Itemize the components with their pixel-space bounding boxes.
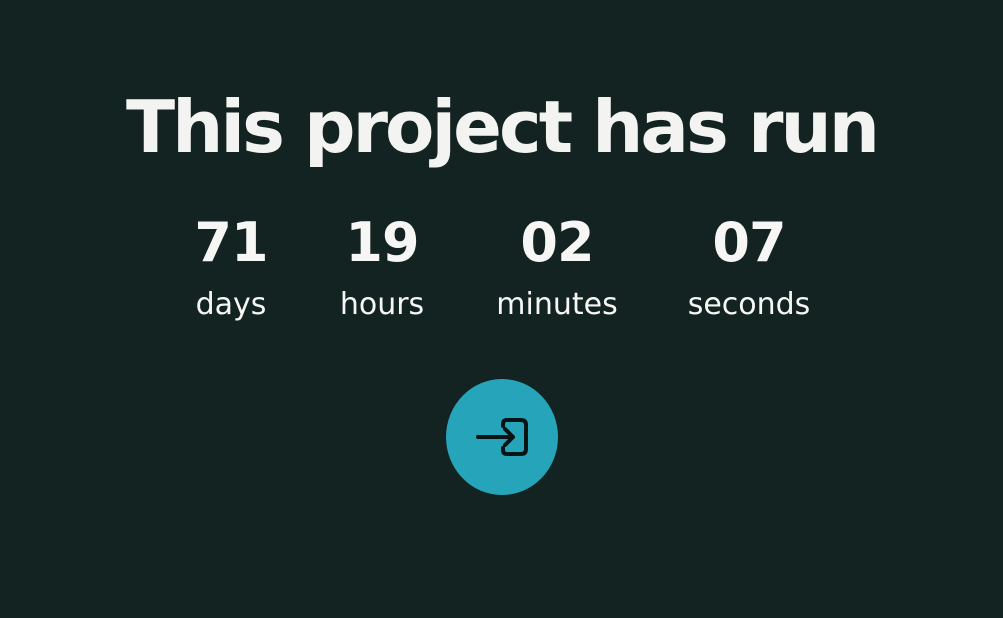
seconds-value: 07 bbox=[712, 211, 786, 274]
hours-label: hours bbox=[339, 287, 425, 322]
enter-icon bbox=[476, 418, 528, 456]
seconds-counter: 07 seconds bbox=[688, 210, 811, 323]
minutes-label: minutes bbox=[496, 287, 618, 322]
days-value: 71 bbox=[194, 211, 268, 274]
hours-value: 19 bbox=[345, 211, 419, 274]
seconds-label: seconds bbox=[687, 287, 811, 322]
page-title: This project has run bbox=[126, 85, 880, 169]
hours-counter: 19 hours bbox=[340, 210, 424, 323]
days-label: days bbox=[195, 287, 267, 322]
minutes-value: 02 bbox=[520, 211, 594, 274]
days-counter: 71 days bbox=[194, 210, 268, 323]
enter-button[interactable] bbox=[446, 379, 558, 495]
minutes-counter: 02 minutes bbox=[496, 210, 617, 323]
countdown-page: This project has run 71 days 19 hours 02… bbox=[0, 0, 1003, 618]
